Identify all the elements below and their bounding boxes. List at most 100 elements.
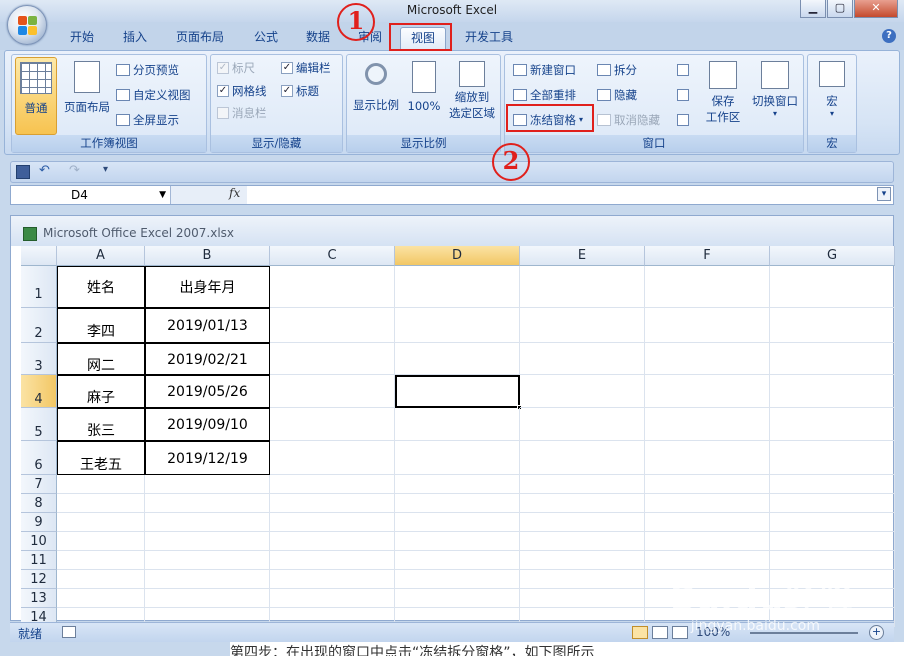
cell-g2[interactable] (770, 308, 895, 343)
column-header-b[interactable]: B (145, 246, 270, 266)
cell-c10[interactable] (270, 532, 395, 551)
cell-e10[interactable] (520, 532, 645, 551)
row-header-12[interactable]: 12 (21, 570, 57, 589)
cell-a11[interactable] (57, 551, 145, 570)
cell-b4[interactable]: 2019/05/26 (145, 375, 270, 408)
row-header-1[interactable]: 1 (21, 266, 57, 308)
ruler-checkbox[interactable]: ✓ 标尺 (217, 59, 255, 77)
minimize-button[interactable]: ▁ (800, 0, 826, 18)
row-header-7[interactable]: 7 (21, 475, 57, 494)
row-header-3[interactable]: 3 (21, 343, 57, 375)
full-screen-button[interactable]: 全屏显示 (116, 111, 179, 129)
cell-g3[interactable] (770, 343, 895, 375)
cell-e7[interactable] (520, 475, 645, 494)
cell-c5[interactable] (270, 408, 395, 441)
cell-b13[interactable] (145, 589, 270, 608)
formula-input[interactable] (249, 186, 873, 204)
cell-c3[interactable] (270, 343, 395, 375)
cell-f1[interactable] (645, 266, 770, 308)
cell-a3[interactable]: 网二 (57, 343, 145, 375)
headings-checkbox[interactable]: ✓ 标题 (281, 82, 319, 100)
sync-scrolling-button[interactable] (677, 86, 689, 104)
zoom-100-button[interactable]: 100% (405, 57, 443, 113)
page-layout-status-icon[interactable] (652, 626, 668, 639)
cell-e13[interactable] (520, 589, 645, 608)
cell-b5[interactable]: 2019/09/10 (145, 408, 270, 441)
active-cell-d4[interactable] (395, 375, 522, 410)
cell-b3[interactable]: 2019/02/21 (145, 343, 270, 375)
new-window-button[interactable]: 新建窗口 (513, 61, 576, 79)
cell-a2[interactable]: 李四 (57, 308, 145, 343)
switch-windows-button[interactable]: 切换窗口 ▾ (747, 57, 803, 118)
page-break-preview-button[interactable]: 分页预览 (116, 61, 179, 79)
cell-c7[interactable] (270, 475, 395, 494)
cell-b11[interactable] (145, 551, 270, 570)
cell-b10[interactable] (145, 532, 270, 551)
save-workspace-button[interactable]: 保存 工作区 (703, 57, 743, 125)
cell-c1[interactable] (270, 266, 395, 308)
cell-b9[interactable] (145, 513, 270, 532)
help-icon[interactable]: ? (882, 29, 896, 43)
custom-views-button[interactable]: 自定义视图 (116, 86, 191, 104)
cell-c13[interactable] (270, 589, 395, 608)
customize-qat-icon[interactable]: ▾ (103, 164, 108, 175)
row-header-4[interactable]: 4 (21, 375, 57, 408)
macros-button[interactable]: 宏 ▾ (810, 57, 854, 118)
cell-c2[interactable] (270, 308, 395, 343)
cell-d6[interactable] (395, 441, 520, 475)
cell-a6[interactable]: 王老五 (57, 441, 145, 475)
cell-g1[interactable] (770, 266, 895, 308)
page-layout-view-button[interactable]: 页面布局 (60, 57, 114, 115)
cell-b6[interactable]: 2019/12/19 (145, 441, 270, 475)
cell-f3[interactable] (645, 343, 770, 375)
tab-developer[interactable]: 开发工具 (456, 27, 522, 49)
cell-e2[interactable] (520, 308, 645, 343)
cell-a5[interactable]: 张三 (57, 408, 145, 441)
cell-f2[interactable] (645, 308, 770, 343)
cell-e6[interactable] (520, 441, 645, 475)
cell-f6[interactable] (645, 441, 770, 475)
cell-c9[interactable] (270, 513, 395, 532)
split-button[interactable]: 拆分 (597, 61, 637, 79)
cell-a7[interactable] (57, 475, 145, 494)
reset-window-position-button[interactable] (677, 111, 689, 129)
cell-b2[interactable]: 2019/01/13 (145, 308, 270, 343)
redo-icon[interactable]: ↷ (69, 163, 80, 178)
cell-b12[interactable] (145, 570, 270, 589)
cell-e5[interactable] (520, 408, 645, 441)
message-bar-checkbox[interactable]: 消息栏 (217, 104, 267, 122)
cell-c12[interactable] (270, 570, 395, 589)
row-header-5[interactable]: 5 (21, 408, 57, 441)
fx-icon[interactable]: fx (229, 186, 240, 200)
cell-a9[interactable] (57, 513, 145, 532)
cell-a8[interactable] (57, 494, 145, 513)
column-header-f[interactable]: F (645, 246, 770, 266)
cell-g10[interactable] (770, 532, 895, 551)
cell-c8[interactable] (270, 494, 395, 513)
tab-home[interactable]: 开始 (60, 27, 104, 49)
cell-g7[interactable] (770, 475, 895, 494)
undo-icon[interactable]: ↶ (39, 163, 50, 178)
cell-b8[interactable] (145, 494, 270, 513)
macro-record-icon[interactable] (62, 626, 76, 638)
column-header-c[interactable]: C (270, 246, 395, 266)
cell-d1[interactable] (395, 266, 520, 308)
tab-formulas[interactable]: 公式 (244, 27, 288, 49)
cell-f9[interactable] (645, 513, 770, 532)
unhide-button[interactable]: 取消隐藏 (597, 111, 660, 129)
maximize-button[interactable]: ▢ (827, 0, 853, 18)
cell-f11[interactable] (645, 551, 770, 570)
row-header-11[interactable]: 11 (21, 551, 57, 570)
name-box[interactable]: D4 ▼ (11, 186, 171, 204)
cell-a10[interactable] (57, 532, 145, 551)
row-header-10[interactable]: 10 (21, 532, 57, 551)
cell-b1[interactable]: 出身年月 (145, 266, 270, 308)
cell-d9[interactable] (395, 513, 520, 532)
column-header-a[interactable]: A (57, 246, 145, 266)
tab-page-layout[interactable]: 页面布局 (170, 27, 230, 49)
cell-g8[interactable] (770, 494, 895, 513)
arrange-all-button[interactable]: 全部重排 (513, 86, 576, 104)
cell-d10[interactable] (395, 532, 520, 551)
formula-bar-checkbox[interactable]: ✓ 编辑栏 (281, 59, 331, 77)
save-icon[interactable] (16, 165, 30, 179)
